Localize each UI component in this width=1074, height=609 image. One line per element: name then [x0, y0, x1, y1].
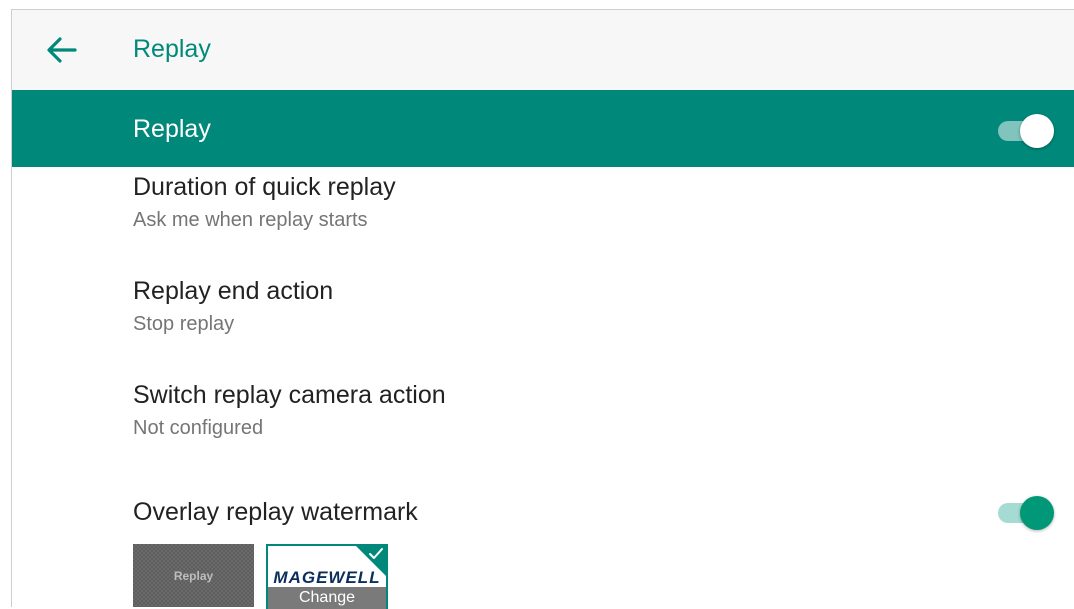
- toggle-thumb: [1020, 496, 1054, 530]
- overlay-watermark-title: Overlay replay watermark: [133, 498, 418, 526]
- app-bar: Replay: [12, 10, 1074, 90]
- watermark-option-replay[interactable]: Replay: [133, 544, 254, 607]
- pref-title: Switch replay camera action: [133, 381, 446, 409]
- checkmark-icon: [369, 548, 383, 559]
- page-title: Replay: [133, 35, 211, 63]
- change-watermark-button[interactable]: Change: [268, 587, 386, 609]
- replay-master-toggle[interactable]: [998, 112, 1054, 148]
- back-button[interactable]: [44, 32, 80, 68]
- watermark-option-magewell[interactable]: MAGEWELL Change: [266, 544, 388, 609]
- arrow-left-icon: [47, 37, 77, 63]
- pref-summary: Ask me when replay starts: [133, 209, 368, 231]
- overlay-watermark-toggle[interactable]: [998, 494, 1054, 530]
- pref-title: Replay end action: [133, 277, 334, 305]
- pref-summary: Stop replay: [133, 313, 235, 335]
- replay-master-label: Replay: [133, 115, 211, 143]
- toggle-thumb: [1020, 114, 1054, 148]
- magewell-logo: MAGEWELL: [273, 568, 381, 587]
- watermark-replay-label: Replay: [173, 569, 214, 583]
- pref-duration-quick-replay[interactable]: Duration of quick replay Ask me when rep…: [133, 172, 396, 233]
- pref-replay-end-action[interactable]: Replay end action Stop replay: [133, 276, 333, 337]
- pref-title: Duration of quick replay: [133, 173, 396, 201]
- pref-switch-replay-camera-action[interactable]: Switch replay camera action Not configur…: [133, 380, 446, 441]
- replay-master-switch-bar[interactable]: Replay: [12, 90, 1074, 167]
- pref-summary: Not configured: [133, 417, 264, 439]
